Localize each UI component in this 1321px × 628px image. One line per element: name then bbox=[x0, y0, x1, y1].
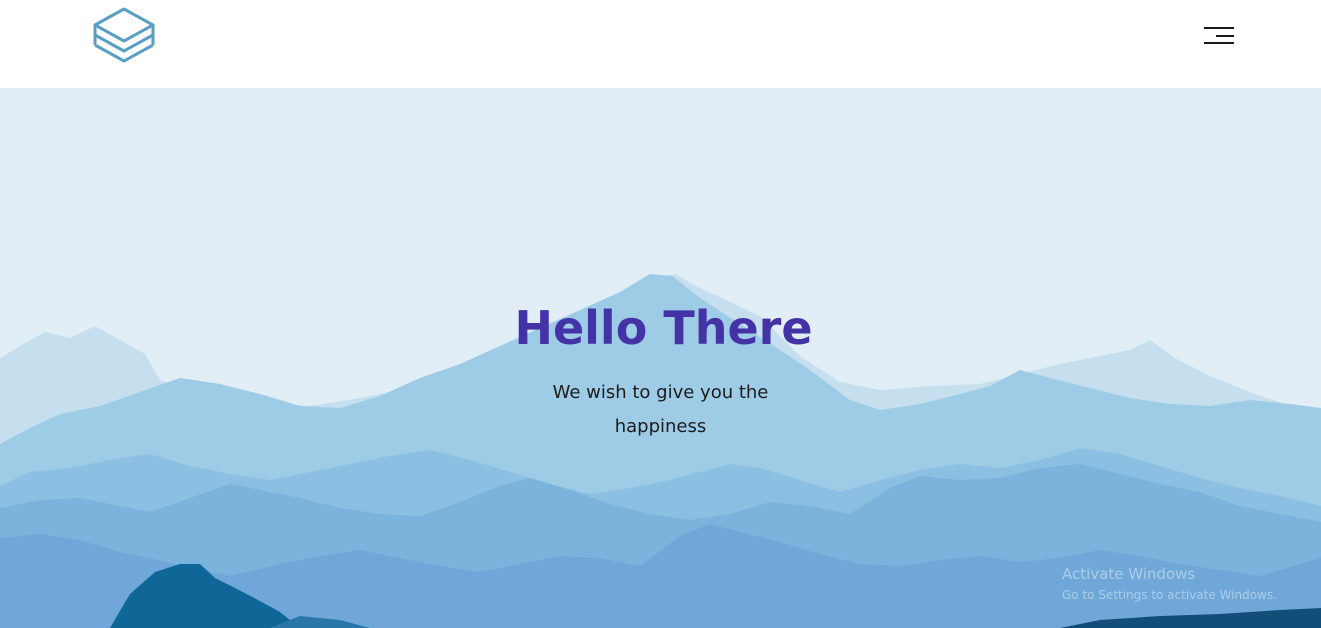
hamburger-menu-icon[interactable] bbox=[1202, 26, 1236, 48]
hero-title: Hello There bbox=[514, 301, 813, 355]
hero-subtitle: We wish to give you the happiness bbox=[552, 382, 769, 437]
activate-windows-watermark: Activate Windows Go to Settings to activ… bbox=[1062, 565, 1312, 603]
navbar bbox=[0, 0, 1321, 88]
watermark-subtitle: Go to Settings to activate Windows. bbox=[1062, 588, 1277, 602]
hero-content: Hello There We wish to give you the happ… bbox=[0, 300, 1321, 444]
hero-section: Hello There We wish to give you the happ… bbox=[0, 88, 1321, 628]
watermark-title: Activate Windows bbox=[1062, 565, 1196, 583]
logo[interactable] bbox=[92, 6, 156, 70]
layers-stack-icon bbox=[93, 7, 155, 63]
